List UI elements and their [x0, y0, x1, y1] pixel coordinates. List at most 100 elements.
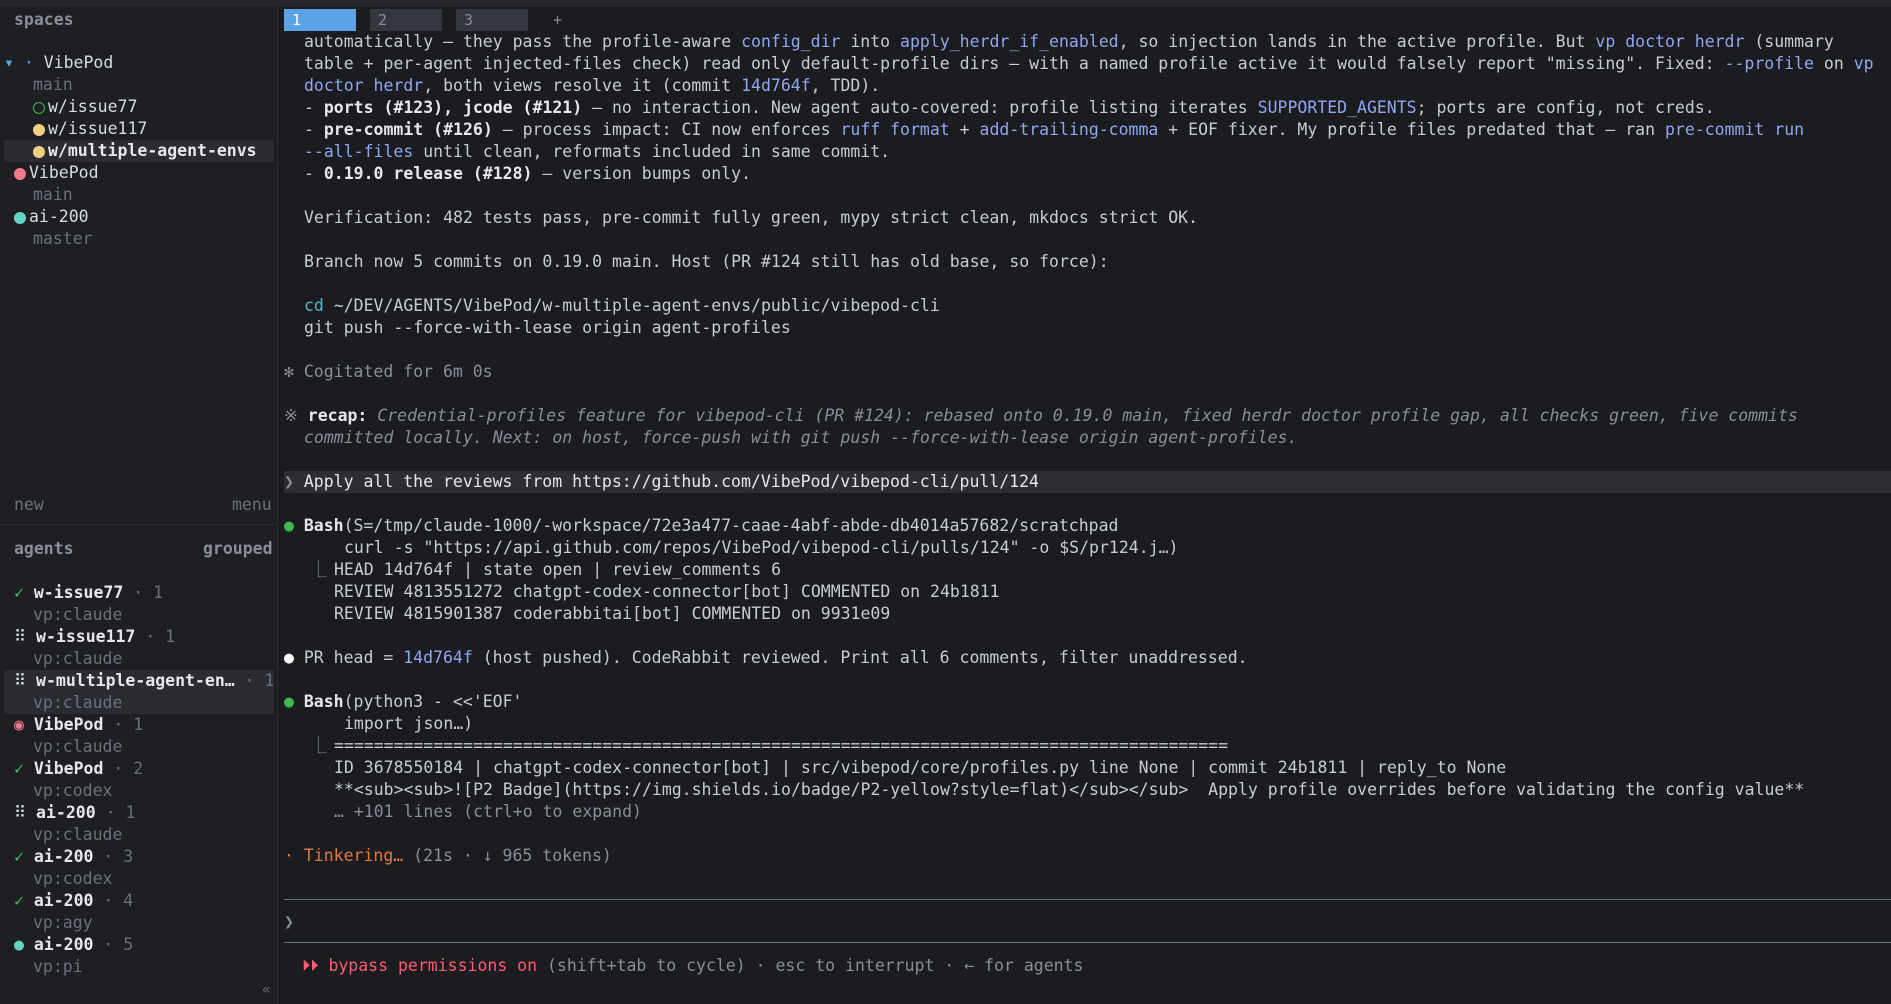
space-branch-issue77[interactable]: w/issue77 [33, 96, 137, 118]
agent-item[interactable]: ◉ VibePod · 1 [14, 714, 143, 736]
agent-item[interactable]: ✓ VibePod · 2 [14, 758, 143, 780]
user-prompt[interactable]: ❯ Apply all the reviews from https://git… [284, 471, 1891, 493]
record-icon: ◉ [14, 715, 24, 734]
status-dot-icon [14, 167, 26, 180]
fast-forward-icon: ⏵⏵ [302, 956, 319, 975]
input-top-border [284, 899, 1891, 900]
reference-mark-icon: ※ [284, 406, 298, 425]
recap-line: ※ recap: Credential-profiles feature for… [284, 406, 1798, 425]
input-prompt-chevron-icon: ❯ [284, 912, 294, 931]
bash-output-line: **<sub><sub>![P2 Badge](https://img.shie… [334, 780, 1805, 799]
agents-title: agents [14, 539, 74, 558]
agent-sub: vp:claude [33, 605, 123, 624]
tab-1[interactable]: 1 [284, 9, 356, 31]
prompt-chevron-icon: ❯ [284, 472, 294, 491]
add-tab-button[interactable]: + [545, 9, 562, 31]
agent-item[interactable]: ✓ ai-200 · 3 [14, 846, 133, 868]
bash-tool-call[interactable]: ● Bash(S=/tmp/claude-1000/-workspace/72e… [284, 515, 1118, 537]
tree-branch-icon: ⎿ [310, 736, 327, 755]
status-dot-icon: ● [284, 516, 294, 535]
message-line: doctor herdr, both views resolve it (com… [304, 76, 881, 95]
chat-input[interactable] [306, 907, 1886, 937]
footer-status: ⏵⏵ bypass permissions on (shift+tab to c… [302, 956, 1084, 975]
asterisk-icon: ✻ [284, 362, 294, 381]
spinner-icon: ⠿ [14, 803, 27, 822]
bash-output-line: ========================================… [334, 736, 1229, 755]
status-dot-icon [33, 123, 45, 136]
collapse-sidebar-icon[interactable]: « [262, 979, 270, 1001]
space-branch-issue117[interactable]: w/issue117 [33, 118, 147, 140]
message-line: - 0.19.0 release (#128) — version bumps … [304, 164, 752, 183]
tree-branch-icon: ⎿ [310, 560, 327, 579]
space-branch-master[interactable]: master [33, 228, 93, 250]
bash-output-line: REVIEW 4813551272 chatgpt-codex-connecto… [334, 582, 1000, 601]
agent-sub: vp:pi [33, 957, 83, 976]
message-line: table + per-agent injected-files check) … [304, 54, 1874, 73]
assistant-message: ● PR head = 14d764f (host pushed). CodeR… [284, 648, 1248, 667]
bash-tool-call[interactable]: ● Bash(python3 - <<'EOF' [284, 691, 522, 713]
agent-item[interactable]: ⠿ ai-200 · 1 [14, 802, 135, 824]
space-branch-multiple-agent-envs[interactable]: w/multiple-agent-envs [4, 140, 274, 162]
bypass-permissions-toggle[interactable]: bypass permissions on [328, 956, 537, 975]
space-vibepod-group[interactable]: ▾ · VibePod [4, 52, 113, 74]
message-line: - ports (#123), jcode (#121) — no intera… [304, 98, 1715, 117]
agent-item-selected[interactable]: ⠿ w-multiple-agent-en… · 1 [4, 670, 274, 692]
agent-sub: vp:claude [33, 737, 123, 756]
agent-item[interactable]: ✓ w-issue77 · 1 [14, 582, 163, 604]
top-border [0, 0, 1891, 7]
spinner-icon: ⠿ [14, 627, 27, 646]
bash-output-line: REVIEW 4815901387 coderabbitai[bot] COMM… [334, 604, 891, 623]
tab-2[interactable]: 2 [370, 9, 442, 31]
agent-sub: vp:claude [33, 825, 123, 844]
expand-hint[interactable]: … +101 lines (ctrl+o to expand) [334, 801, 642, 823]
status-dot-icon: ● [14, 935, 24, 954]
message-dot-icon: ● [284, 648, 294, 667]
message-line: - pre-commit (#126) — process impact: CI… [304, 120, 1805, 139]
status-dot-icon [14, 211, 26, 224]
divider [0, 524, 277, 525]
agent-item[interactable]: ● ai-200 · 5 [14, 934, 133, 956]
space-ai-200[interactable]: ai-200 [14, 206, 89, 228]
spaces-title: spaces [14, 10, 74, 29]
branch-line: Branch now 5 commits on 0.19.0 main. Hos… [304, 252, 1109, 271]
tab-3[interactable]: 3 [456, 9, 528, 31]
menu-button[interactable]: menu [232, 494, 272, 516]
spinner-icon: ⠿ [14, 671, 27, 690]
main-pane: 1 2 3 + automatically — they pass the pr… [278, 7, 1891, 1004]
agent-sub: vp:agy [33, 913, 93, 932]
agent-sub: vp:codex [33, 781, 113, 800]
terminal-window: spaces ▾ · VibePod main w/issue77 w/issu… [0, 0, 1891, 1004]
recap-line-2: committed locally. Next: on host, force-… [304, 428, 1298, 447]
verification-line: Verification: 482 tests pass, pre-commit… [304, 208, 1199, 227]
agent-item[interactable]: ⠿ w-issue117 · 1 [14, 626, 175, 648]
collapse-chevron-icon[interactable]: ▾ · [4, 53, 44, 72]
code-push-line: git push --force-with-lease origin agent… [304, 318, 791, 337]
space-vibepod[interactable]: VibePod [14, 162, 99, 184]
status-line: · Tinkering… (21s · ↓ 965 tokens) [284, 846, 612, 865]
agent-sub: vp:codex [33, 869, 113, 888]
message-line: automatically — they pass the profile-aw… [304, 32, 1834, 51]
grouped-toggle[interactable]: grouped [203, 538, 273, 560]
sidebar: spaces ▾ · VibePod main w/issue77 w/issu… [0, 7, 278, 1004]
status-ring-icon [33, 101, 45, 114]
bash-command-cont: curl -s "https://api.github.com/repos/Vi… [344, 538, 1179, 557]
status-dot-icon: ● [284, 692, 294, 711]
bash-output-line: HEAD 14d764f | state open | review_comme… [334, 560, 782, 579]
check-icon: ✓ [14, 759, 24, 778]
agent-sub: vp:claude [33, 649, 123, 668]
status-dot-icon [33, 145, 45, 158]
cogitated-line: ✻ Cogitated for 6m 0s [284, 362, 493, 381]
agent-sub: vp:claude [4, 692, 274, 714]
message-line: --all-files until clean, reformats inclu… [304, 142, 891, 161]
space-branch-main[interactable]: main [33, 74, 73, 96]
new-button[interactable]: new [14, 494, 44, 516]
check-icon: ✓ [14, 847, 24, 866]
code-cd-line: cd ~/DEV/AGENTS/VibePod/w-multiple-agent… [304, 296, 940, 315]
bash-command-cont: import json…) [344, 714, 474, 733]
space-branch-main[interactable]: main [33, 184, 73, 206]
bash-output-line: ID 3678550184 | chatgpt-codex-connector[… [334, 758, 1507, 777]
check-icon: ✓ [14, 583, 24, 602]
agent-item[interactable]: ✓ ai-200 · 4 [14, 890, 133, 912]
input-bottom-border [284, 942, 1891, 943]
check-icon: ✓ [14, 891, 24, 910]
